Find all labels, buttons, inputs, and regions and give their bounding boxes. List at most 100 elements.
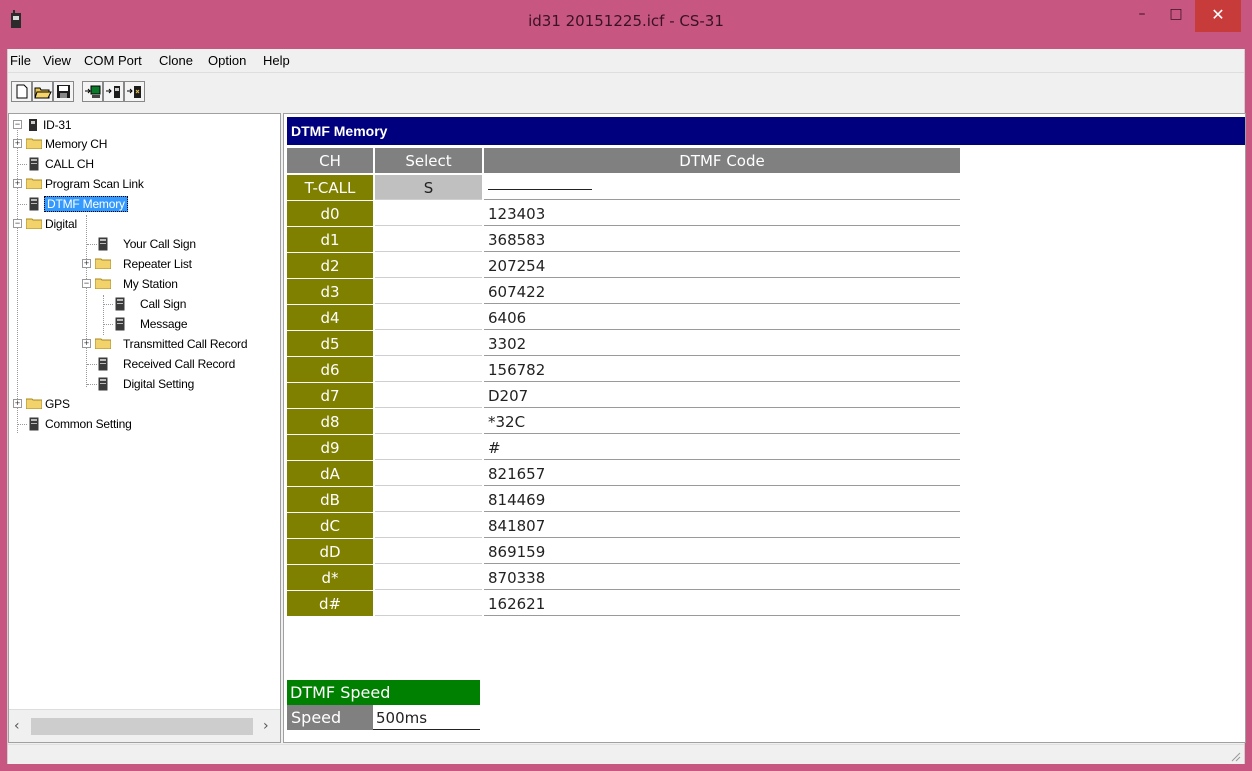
row-select-cell[interactable] <box>375 409 482 434</box>
row-ch-cell[interactable]: d9 <box>287 435 373 460</box>
row-dtmf-code-cell[interactable]: 6406 <box>484 305 960 330</box>
row-select-cell[interactable] <box>375 227 482 252</box>
tree-item-transmitted-call-record[interactable]: + Transmitted Call Record <box>9 335 280 355</box>
row-ch-cell[interactable]: d5 <box>287 331 373 356</box>
expand-icon[interactable]: + <box>13 139 22 148</box>
menu-clone[interactable]: Clone <box>159 53 193 68</box>
row-dtmf-code-cell[interactable]: 869159 <box>484 539 960 564</box>
minimize-button[interactable]: – <box>1125 0 1159 32</box>
row-dtmf-code-cell[interactable]: 368583 <box>484 227 960 252</box>
row-dtmf-code-cell[interactable]: 156782 <box>484 357 960 382</box>
row-ch-cell[interactable]: dA <box>287 461 373 486</box>
write-to-radio-button[interactable] <box>103 81 124 102</box>
row-select-cell[interactable] <box>375 279 482 304</box>
row-dtmf-code-cell[interactable]: 821657 <box>484 461 960 486</box>
row-select-cell[interactable] <box>375 253 482 278</box>
expand-icon[interactable]: + <box>13 399 22 408</box>
row-select-cell[interactable] <box>375 331 482 356</box>
row-dtmf-code-cell[interactable] <box>484 175 960 200</box>
tree-item-id31[interactable]: − ID-31 <box>9 116 269 136</box>
tree-item-memory-ch[interactable]: + Memory CH <box>9 135 269 155</box>
clone-radio-button[interactable] <box>124 81 145 102</box>
row-ch-cell[interactable]: d7 <box>287 383 373 408</box>
row-ch-cell[interactable]: d0 <box>287 201 373 226</box>
row-select-cell[interactable] <box>375 305 482 330</box>
menu-com-port[interactable]: COM Port <box>84 53 142 68</box>
tree-item-dtmf-memory[interactable]: DTMF Memory <box>9 195 269 215</box>
row-select-cell[interactable] <box>375 435 482 460</box>
row-dtmf-code-cell[interactable]: *32C <box>484 409 960 434</box>
new-file-icon <box>16 84 28 99</box>
tree-item-repeater-list[interactable]: + Repeater List <box>9 255 269 275</box>
row-ch-cell[interactable]: d# <box>287 591 373 616</box>
tree-item-gps[interactable]: + GPS <box>9 395 269 415</box>
tree-item-call-sign[interactable]: Call Sign <box>9 295 269 315</box>
row-ch-cell[interactable]: d6 <box>287 357 373 382</box>
collapse-icon[interactable]: − <box>13 219 22 228</box>
row-select-cell[interactable] <box>375 591 482 616</box>
tree-item-program-scan-link[interactable]: + Program Scan Link <box>9 175 269 195</box>
row-select-cell[interactable] <box>375 513 482 538</box>
tree-item-my-station[interactable]: − My Station <box>9 275 269 295</box>
row-ch-cell[interactable]: dC <box>287 513 373 538</box>
tree-item-received-call-record[interactable]: Received Call Record <box>9 355 269 375</box>
maximize-button[interactable]: □ <box>1159 0 1193 32</box>
row-ch-cell[interactable]: d3 <box>287 279 373 304</box>
row-select-cell[interactable]: S <box>375 175 482 200</box>
tree-item-common-setting[interactable]: Common Setting <box>9 415 269 435</box>
scroll-left-icon[interactable]: ‹ <box>14 718 20 734</box>
resize-grip-icon[interactable] <box>1229 750 1241 762</box>
collapse-icon[interactable]: − <box>82 279 91 288</box>
row-dtmf-code-cell[interactable]: 607422 <box>484 279 960 304</box>
menu-file[interactable]: File <box>10 53 31 68</box>
expand-icon[interactable]: + <box>82 259 91 268</box>
new-file-button[interactable] <box>11 81 32 102</box>
row-ch-cell[interactable]: T-CALL <box>287 175 373 200</box>
tree-horizontal-scrollbar[interactable]: ‹ › <box>9 709 280 742</box>
row-dtmf-code-cell[interactable]: 162621 <box>484 591 960 616</box>
expand-icon[interactable]: + <box>82 339 91 348</box>
close-button[interactable]: ✕ <box>1195 0 1241 32</box>
read-from-radio-button[interactable] <box>82 81 103 102</box>
row-dtmf-code-cell[interactable]: # <box>484 435 960 460</box>
row-select-cell[interactable] <box>375 357 482 382</box>
row-ch-cell[interactable]: d4 <box>287 305 373 330</box>
scrollbar-thumb[interactable] <box>31 718 253 735</box>
speed-value-field[interactable]: 500ms <box>373 705 480 730</box>
row-dtmf-code-cell[interactable]: 123403 <box>484 201 960 226</box>
row-select-cell[interactable] <box>375 539 482 564</box>
row-select-cell[interactable] <box>375 201 482 226</box>
row-dtmf-code-cell[interactable]: 3302 <box>484 331 960 356</box>
tree-label: Digital Setting <box>123 377 195 391</box>
tree-item-digital-setting[interactable]: Digital Setting <box>9 375 269 395</box>
row-ch-cell[interactable]: d2 <box>287 253 373 278</box>
row-ch-cell[interactable]: dB <box>287 487 373 512</box>
row-dtmf-code-cell[interactable]: D207 <box>484 383 960 408</box>
row-dtmf-code-cell[interactable]: 841807 <box>484 513 960 538</box>
row-select-cell[interactable] <box>375 383 482 408</box>
row-ch-cell[interactable]: d* <box>287 565 373 590</box>
collapse-icon[interactable]: − <box>13 120 22 129</box>
save-button[interactable] <box>53 81 74 102</box>
tree-item-message[interactable]: Message <box>9 315 269 335</box>
open-button[interactable] <box>32 81 53 102</box>
row-select-cell[interactable] <box>375 565 482 590</box>
expand-icon[interactable]: + <box>13 179 22 188</box>
row-select-cell[interactable] <box>375 461 482 486</box>
row-ch-cell[interactable]: d1 <box>287 227 373 252</box>
row-select-cell[interactable] <box>375 487 482 512</box>
title-bar: id31 20151225.icf - CS-31 – □ ✕ <box>0 0 1252 49</box>
row-dtmf-code-cell[interactable]: 207254 <box>484 253 960 278</box>
column-header-ch: CH <box>287 148 373 173</box>
menu-view[interactable]: View <box>43 53 71 68</box>
row-ch-cell[interactable]: dD <box>287 539 373 564</box>
menu-help[interactable]: Help <box>263 53 290 68</box>
menu-option[interactable]: Option <box>208 53 246 68</box>
scroll-right-icon[interactable]: › <box>263 718 269 734</box>
row-ch-cell[interactable]: d8 <box>287 409 373 434</box>
tree-item-your-call-sign[interactable]: Your Call Sign <box>9 235 269 255</box>
tree-item-digital[interactable]: − Digital <box>9 215 269 235</box>
row-dtmf-code-cell[interactable]: 870338 <box>484 565 960 590</box>
row-dtmf-code-cell[interactable]: 814469 <box>484 487 960 512</box>
tree-item-call-ch[interactable]: CALL CH <box>9 155 269 175</box>
